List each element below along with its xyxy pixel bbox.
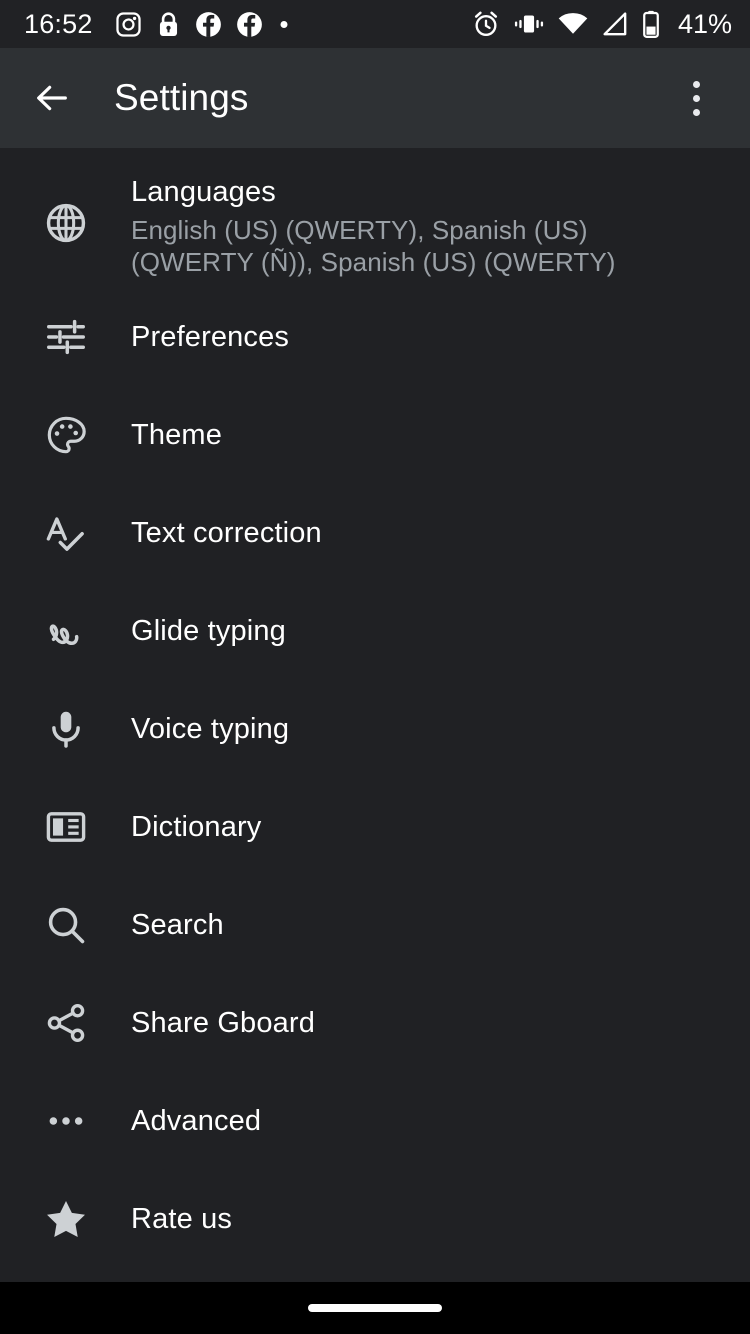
- list-item-voice-typing[interactable]: Voice typing: [0, 680, 750, 778]
- list-item-rate-us-text: Rate us: [131, 1201, 750, 1237]
- spellcheck-icon: [0, 511, 131, 555]
- list-item-glide-typing-text: Glide typing: [131, 613, 750, 649]
- battery-percent-label: 41%: [677, 8, 732, 39]
- list-item-label: Theme: [131, 418, 223, 451]
- book-reader-icon: [0, 805, 131, 849]
- navigation-bar: [0, 1282, 750, 1334]
- facebook-icon: [195, 11, 221, 37]
- status-bar: 16:52 41%: [0, 0, 750, 48]
- list-item-label: Dictionary: [131, 810, 262, 843]
- gesture-icon: [0, 609, 131, 653]
- list-item-label: Advanced: [131, 1104, 262, 1137]
- wifi-icon: [558, 13, 588, 34]
- list-item-label: Rate us: [131, 1202, 232, 1235]
- battery-icon: [643, 10, 659, 38]
- notification-dot-icon: [280, 20, 288, 28]
- more-vert-icon-dot3: [692, 108, 700, 116]
- list-item-preferences[interactable]: Preferences: [0, 288, 750, 386]
- phone-screen: 16:52 41% Settings Languages English (US…: [0, 0, 750, 1334]
- list-item-label: Share Gboard: [131, 1006, 315, 1039]
- tune-sliders-icon: [0, 315, 131, 359]
- cellular-signal-icon: [603, 12, 627, 36]
- list-item-label: Preferences: [131, 320, 290, 353]
- more-vert-icon: [692, 80, 700, 88]
- list-item-share-gboard[interactable]: Share Gboard: [0, 974, 750, 1072]
- instagram-icon: [115, 11, 141, 37]
- list-item-glide-typing[interactable]: Glide typing: [0, 582, 750, 680]
- list-item-theme[interactable]: Theme: [0, 386, 750, 484]
- settings-list: Languages English (US) (QWERTY), Spanish…: [0, 148, 750, 1282]
- list-item-share-gboard-text: Share Gboard: [131, 1005, 750, 1041]
- microphone-icon: [0, 707, 131, 751]
- facebook-icon-2: [236, 11, 262, 37]
- share-icon: [0, 1001, 131, 1045]
- list-item-label: Languages: [131, 176, 276, 208]
- list-item-label: Voice typing: [131, 712, 290, 745]
- list-item-dictionary-text: Dictionary: [131, 809, 750, 845]
- list-item-preferences-text: Preferences: [131, 319, 750, 355]
- list-item-dictionary[interactable]: Dictionary: [0, 778, 750, 876]
- globe-icon: [0, 174, 131, 272]
- more-vert-icon-dot2: [692, 94, 700, 102]
- status-left-icons: [115, 11, 291, 38]
- search-icon: [0, 903, 131, 947]
- palette-icon: [0, 413, 131, 457]
- list-item-rate-us[interactable]: Rate us: [0, 1170, 750, 1268]
- list-item-label: Text correction: [131, 516, 322, 549]
- back-button[interactable]: [16, 62, 88, 134]
- list-item-voice-typing-text: Voice typing: [131, 711, 750, 747]
- status-right-icons: 41%: [472, 10, 732, 38]
- list-item-sublabel: English (US) (QWERTY), Spanish (US) (QWE…: [131, 215, 616, 277]
- list-item-advanced-text: Advanced: [131, 1103, 750, 1139]
- list-item-search[interactable]: Search: [0, 876, 750, 974]
- list-item-label: Glide typing: [131, 614, 286, 647]
- more-horiz-icon: [0, 1099, 131, 1143]
- list-item-text-correction-text: Text correction: [131, 515, 750, 551]
- page-title: Settings: [114, 77, 249, 118]
- app-bar: Settings: [0, 48, 750, 148]
- lock-icon: [159, 11, 177, 36]
- list-item-search-text: Search: [131, 907, 750, 943]
- list-item-text-correction[interactable]: Text correction: [0, 484, 750, 582]
- alarm-icon: [474, 11, 498, 37]
- list-item-languages-text: Languages English (US) (QWERTY), Spanish…: [131, 174, 750, 279]
- list-item-languages[interactable]: Languages English (US) (QWERTY), Spanish…: [0, 158, 750, 288]
- list-item-theme-text: Theme: [131, 417, 750, 453]
- list-item-label: Search: [131, 908, 224, 941]
- home-gesture-pill[interactable]: [308, 1304, 442, 1312]
- vibrate-icon: [514, 15, 544, 33]
- arrow-back-icon: [37, 85, 67, 111]
- status-clock: 16:52: [24, 8, 93, 39]
- star-icon: [0, 1196, 131, 1242]
- overflow-menu-button[interactable]: [664, 66, 728, 130]
- list-item-advanced[interactable]: Advanced: [0, 1072, 750, 1170]
